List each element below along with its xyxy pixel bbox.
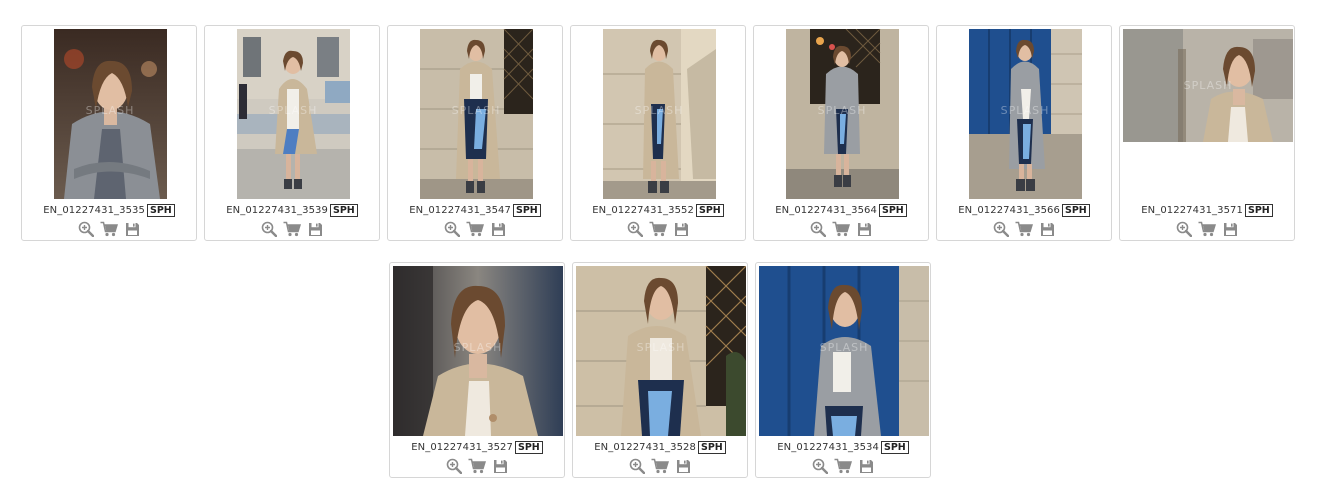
photo-actions xyxy=(754,220,928,238)
agency-badge[interactable]: SPH xyxy=(695,204,724,217)
photo-id: EN_01227431_3528 xyxy=(594,442,696,453)
zoom-in-icon[interactable] xyxy=(809,220,827,238)
photo-thumbnail[interactable]: SPLASH xyxy=(968,29,1082,199)
photo-thumbnail[interactable]: SPLASH xyxy=(1123,29,1293,142)
agency-badge[interactable]: SPH xyxy=(329,204,358,217)
agency-badge[interactable]: SPH xyxy=(1061,204,1090,217)
photo-thumbnail[interactable]: SPLASH xyxy=(393,266,563,436)
photo-id: EN_01227431_3535 xyxy=(43,205,145,216)
photo-card: SPLASH EN_01227431_3528 SPH xyxy=(572,262,748,478)
zoom-in-icon[interactable] xyxy=(628,457,646,475)
save-disk-icon[interactable] xyxy=(306,220,324,238)
photo-card: SPLASH EN_01227431_3535 SPH xyxy=(21,25,197,241)
photo-card: SPLASH EN_01227431_3564 SPH xyxy=(753,25,929,241)
save-disk-icon[interactable] xyxy=(489,220,507,238)
save-disk-icon[interactable] xyxy=(123,220,141,238)
photo-thumbnail[interactable]: SPLASH xyxy=(53,29,167,199)
shopping-cart-icon[interactable] xyxy=(1015,220,1033,238)
photo-id: EN_01227431_3534 xyxy=(777,442,879,453)
photo-id: EN_01227431_3539 xyxy=(226,205,328,216)
shopping-cart-icon[interactable] xyxy=(100,220,118,238)
photo-caption: EN_01227431_3527 SPH xyxy=(390,441,564,455)
photo-id: EN_01227431_3571 xyxy=(1141,205,1243,216)
photo-caption: EN_01227431_3552 SPH xyxy=(571,204,745,218)
agency-badge[interactable]: SPH xyxy=(146,204,175,217)
zoom-in-icon[interactable] xyxy=(445,457,463,475)
agency-badge[interactable]: SPH xyxy=(880,441,909,454)
zoom-in-icon[interactable] xyxy=(260,220,278,238)
zoom-in-icon[interactable] xyxy=(77,220,95,238)
photo-card: SPLASH EN_01227431_3566 SPH xyxy=(936,25,1112,241)
photo-card: SPLASH EN_01227431_3534 SPH xyxy=(755,262,931,478)
save-disk-icon[interactable] xyxy=(491,457,509,475)
photo-caption: EN_01227431_3528 SPH xyxy=(573,441,747,455)
photo-id: EN_01227431_3566 xyxy=(958,205,1060,216)
zoom-in-icon[interactable] xyxy=(626,220,644,238)
shopping-cart-icon[interactable] xyxy=(1198,220,1216,238)
photo-id: EN_01227431_3547 xyxy=(409,205,511,216)
shopping-cart-icon[interactable] xyxy=(649,220,667,238)
photo-actions xyxy=(205,220,379,238)
photo-thumbnail[interactable]: SPLASH xyxy=(576,266,746,436)
save-disk-icon[interactable] xyxy=(1221,220,1239,238)
photo-card: SPLASH EN_01227431_3547 SPH xyxy=(387,25,563,241)
photo-caption: EN_01227431_3571 SPH xyxy=(1120,204,1294,218)
save-disk-icon[interactable] xyxy=(857,457,875,475)
photo-caption: EN_01227431_3535 SPH xyxy=(22,204,196,218)
photo-caption: EN_01227431_3566 SPH xyxy=(937,204,1111,218)
photo-thumbnail[interactable]: SPLASH xyxy=(759,266,929,436)
photo-caption: EN_01227431_3564 SPH xyxy=(754,204,928,218)
zoom-in-icon[interactable] xyxy=(443,220,461,238)
photo-actions xyxy=(573,457,747,475)
zoom-in-icon[interactable] xyxy=(992,220,1010,238)
photo-thumbnail[interactable]: SPLASH xyxy=(236,29,350,199)
photo-card: SPLASH EN_01227431_3552 SPH xyxy=(570,25,746,241)
photo-id: EN_01227431_3527 xyxy=(411,442,513,453)
photo-caption: EN_01227431_3539 SPH xyxy=(205,204,379,218)
photo-actions xyxy=(937,220,1111,238)
photo-thumbnail[interactable]: SPLASH xyxy=(602,29,716,199)
shopping-cart-icon[interactable] xyxy=(651,457,669,475)
agency-badge[interactable]: SPH xyxy=(1244,204,1273,217)
save-disk-icon[interactable] xyxy=(855,220,873,238)
shopping-cart-icon[interactable] xyxy=(283,220,301,238)
photo-caption: EN_01227431_3534 SPH xyxy=(756,441,930,455)
photo-thumbnail[interactable]: SPLASH xyxy=(419,29,533,199)
photo-caption: EN_01227431_3547 SPH xyxy=(388,204,562,218)
photo-actions xyxy=(571,220,745,238)
agency-badge[interactable]: SPH xyxy=(512,204,541,217)
photo-id: EN_01227431_3552 xyxy=(592,205,694,216)
photo-row-1: SPLASH EN_01227431_3535 SPH SPLASH EN_01… xyxy=(0,25,1322,243)
zoom-in-icon[interactable] xyxy=(1175,220,1193,238)
agency-badge[interactable]: SPH xyxy=(697,441,726,454)
shopping-cart-icon[interactable] xyxy=(834,457,852,475)
photo-card: SPLASH EN_01227431_3571 SPH xyxy=(1119,25,1295,241)
save-disk-icon[interactable] xyxy=(1038,220,1056,238)
save-disk-icon[interactable] xyxy=(674,457,692,475)
save-disk-icon[interactable] xyxy=(672,220,690,238)
photo-actions xyxy=(22,220,196,238)
photo-row-2: SPLASH EN_01227431_3527 SPH SPLASH EN_01… xyxy=(0,262,1322,480)
agency-badge[interactable]: SPH xyxy=(878,204,907,217)
agency-badge[interactable]: SPH xyxy=(514,441,543,454)
photo-actions xyxy=(756,457,930,475)
photo-actions xyxy=(388,220,562,238)
photo-actions xyxy=(390,457,564,475)
photo-card: SPLASH EN_01227431_3539 SPH xyxy=(204,25,380,241)
shopping-cart-icon[interactable] xyxy=(466,220,484,238)
photo-id: EN_01227431_3564 xyxy=(775,205,877,216)
photo-actions xyxy=(1120,220,1294,238)
photo-card: SPLASH EN_01227431_3527 SPH xyxy=(389,262,565,478)
photo-thumbnail[interactable]: SPLASH xyxy=(785,29,899,199)
zoom-in-icon[interactable] xyxy=(811,457,829,475)
shopping-cart-icon[interactable] xyxy=(468,457,486,475)
shopping-cart-icon[interactable] xyxy=(832,220,850,238)
